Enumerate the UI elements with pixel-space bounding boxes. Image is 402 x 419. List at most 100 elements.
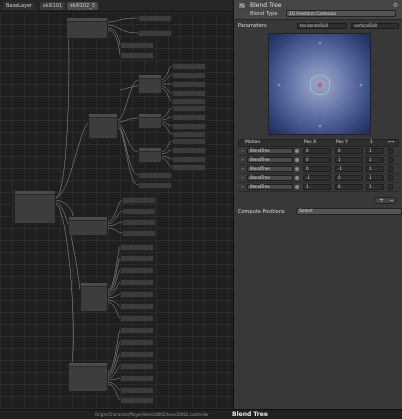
drag-handle-icon[interactable]: ≡: [239, 167, 245, 171]
motion-leaf[interactable]: [122, 219, 156, 226]
motion-leaf[interactable]: [172, 105, 206, 112]
motion-field[interactable]: BlendTree: [247, 166, 293, 172]
drag-handle-icon[interactable]: ≡: [239, 158, 245, 162]
motion-leaf[interactable]: [172, 131, 206, 138]
drag-handle-icon[interactable]: ≡: [239, 149, 245, 153]
motion-leaf[interactable]: [120, 327, 154, 334]
speed-field[interactable]: 1: [366, 148, 384, 154]
param-x-select[interactable]: horizontalSkill: [297, 23, 347, 29]
blend-space-view[interactable]: [268, 33, 371, 135]
add-motion-button[interactable]: +: [379, 197, 384, 204]
mirror-checkbox[interactable]: [388, 166, 393, 172]
root-blend-node[interactable]: [14, 190, 56, 224]
remove-motion-button[interactable]: −: [389, 197, 394, 204]
gear-icon[interactable]: ⚙: [392, 2, 399, 9]
motion-leaf[interactable]: [172, 72, 206, 79]
motion-select-icon[interactable]: [295, 167, 299, 171]
motion-leaf[interactable]: [138, 15, 172, 22]
motion-leaf[interactable]: [120, 52, 154, 59]
motion-leaf[interactable]: [120, 303, 154, 310]
motion-leaf[interactable]: [172, 123, 206, 130]
blend-type-select[interactable]: 2D Freeform Cartesian: [286, 10, 396, 17]
drag-handle-icon[interactable]: ≡: [239, 185, 245, 189]
drag-handle-icon[interactable]: ≡: [239, 176, 245, 180]
table-row[interactable]: ≡ BlendTree 0 -1 1: [238, 165, 399, 174]
speed-field[interactable]: 1: [366, 157, 384, 163]
motion-field[interactable]: BlendTree: [247, 148, 293, 154]
speed-field[interactable]: 1: [366, 184, 384, 190]
blend-node[interactable]: [68, 362, 108, 392]
blend-node[interactable]: [80, 282, 108, 312]
blend-node[interactable]: [68, 216, 108, 236]
motion-leaf[interactable]: [172, 147, 206, 154]
motion-leaf[interactable]: [172, 90, 206, 97]
motion-select-icon[interactable]: [295, 176, 299, 180]
pos-x-field[interactable]: 1: [303, 184, 331, 190]
mirror-checkbox[interactable]: [388, 148, 393, 154]
motion-leaf[interactable]: [138, 172, 172, 179]
motion-leaf[interactable]: [120, 375, 154, 382]
speed-field[interactable]: 1: [366, 175, 384, 181]
motion-leaf[interactable]: [120, 42, 154, 49]
table-row[interactable]: ≡ BlendTree -1 0 1: [238, 174, 399, 183]
motion-leaf[interactable]: [120, 387, 154, 394]
param-y-select[interactable]: verticalSkill: [351, 23, 399, 29]
pos-y-field[interactable]: 0: [335, 184, 363, 190]
pos-x-field[interactable]: 0: [303, 166, 331, 172]
motion-point[interactable]: [318, 83, 322, 87]
motion-field[interactable]: BlendTree: [247, 157, 293, 163]
motion-leaf[interactable]: [120, 351, 154, 358]
mirror-checkbox[interactable]: [388, 175, 393, 181]
blend-node[interactable]: [66, 17, 108, 39]
mirror-checkbox[interactable]: [388, 157, 393, 163]
motion-point[interactable]: [318, 124, 322, 128]
motion-leaf[interactable]: [172, 114, 206, 121]
table-row[interactable]: ≡ BlendTree 0 1 1: [238, 156, 399, 165]
motion-point[interactable]: [318, 41, 322, 45]
breadcrumb-base-layer[interactable]: BaseLayer: [3, 2, 36, 10]
motion-leaf[interactable]: [172, 98, 206, 105]
motion-leaf[interactable]: [138, 182, 172, 189]
blend-node[interactable]: [138, 74, 162, 94]
motion-field[interactable]: BlendTree: [247, 175, 293, 181]
motion-leaf[interactable]: [120, 291, 154, 298]
pos-x-field[interactable]: -1: [303, 175, 331, 181]
motion-leaf[interactable]: [172, 164, 206, 171]
table-row[interactable]: ≡ BlendTree 1 0 1: [238, 183, 399, 192]
pos-x-field[interactable]: 0: [303, 157, 331, 163]
motion-leaf[interactable]: [138, 30, 172, 37]
motion-leaf[interactable]: [122, 230, 156, 237]
motion-leaf[interactable]: [120, 339, 154, 346]
motion-leaf[interactable]: [172, 81, 206, 88]
pos-x-field[interactable]: 0: [303, 148, 331, 154]
motion-leaf[interactable]: [120, 255, 154, 262]
motion-leaf[interactable]: [122, 197, 156, 204]
breadcrumb-skill101[interactable]: skill101: [40, 2, 66, 10]
motion-leaf[interactable]: [172, 63, 206, 70]
blend-node[interactable]: [88, 113, 118, 139]
motion-select-icon[interactable]: [295, 158, 299, 162]
speed-field[interactable]: 1: [366, 166, 384, 172]
blend-node[interactable]: [138, 113, 162, 129]
pos-y-field[interactable]: 1: [335, 157, 363, 163]
motion-leaf[interactable]: [172, 138, 206, 145]
motion-leaf[interactable]: [172, 156, 206, 163]
motion-leaf[interactable]: [122, 208, 156, 215]
blend-node[interactable]: [138, 147, 162, 163]
pos-y-field[interactable]: 0: [335, 148, 363, 154]
table-row[interactable]: ≡ BlendTree 0 0 1: [238, 147, 399, 156]
motion-point[interactable]: [277, 83, 281, 87]
motion-leaf[interactable]: [120, 363, 154, 370]
motion-select-icon[interactable]: [295, 149, 299, 153]
breadcrumb-skill102[interactable]: skill102_3: [67, 2, 98, 10]
motion-leaf[interactable]: [120, 315, 154, 322]
pos-y-field[interactable]: -1: [335, 166, 363, 172]
pos-y-field[interactable]: 0: [335, 175, 363, 181]
mirror-checkbox[interactable]: [388, 184, 393, 190]
blend-tree-graph[interactable]: BaseLayer skill101 skill102_3: [0, 0, 233, 419]
motion-select-icon[interactable]: [295, 185, 299, 189]
motion-point[interactable]: [359, 83, 363, 87]
motion-leaf[interactable]: [120, 397, 154, 404]
compute-positions-select[interactable]: Select: [296, 208, 402, 215]
motion-leaf[interactable]: [120, 267, 154, 274]
